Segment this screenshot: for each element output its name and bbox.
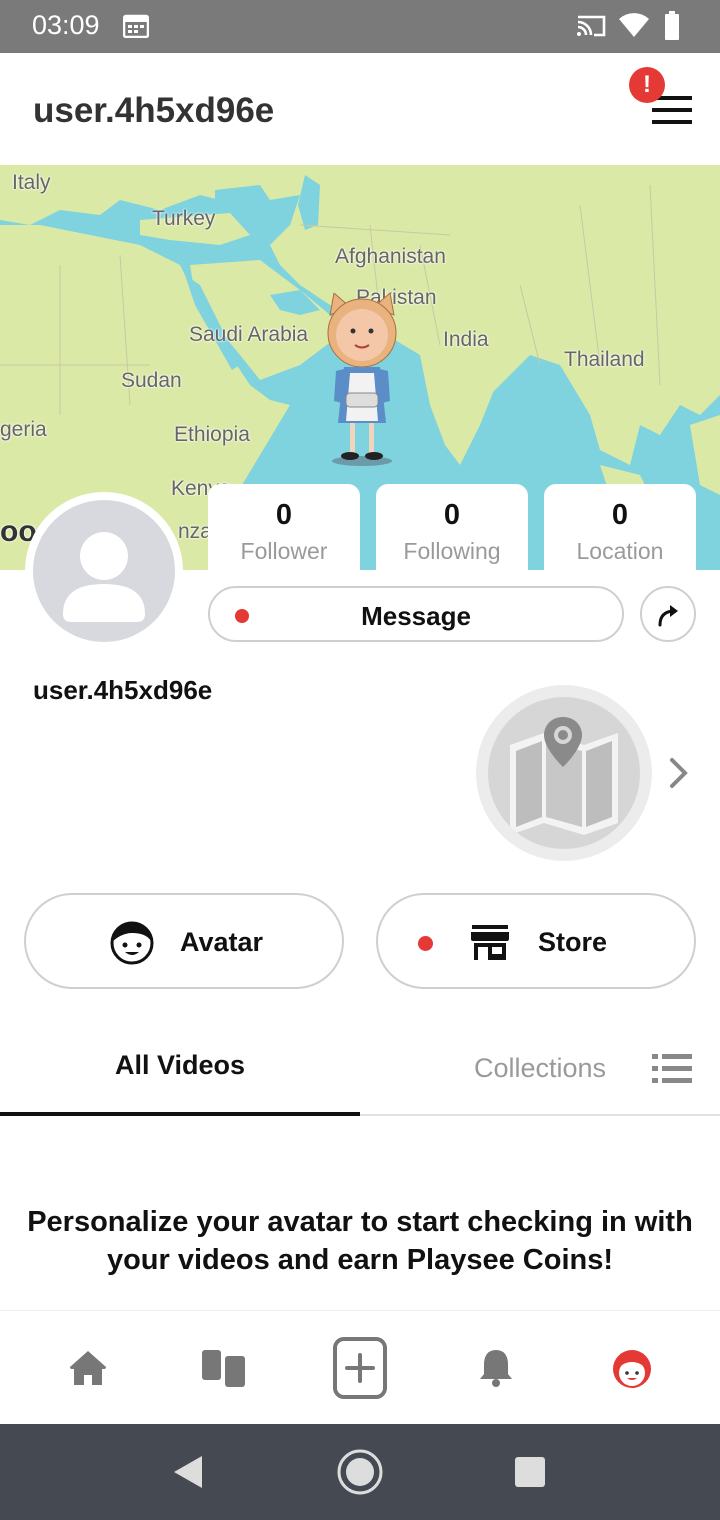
home-circle-icon[interactable] (336, 1448, 384, 1496)
map-label: Italy (12, 171, 51, 194)
avatar-button-label: Avatar (180, 927, 264, 957)
active-tab-indicator (0, 1112, 360, 1116)
tab-all-videos[interactable]: All Videos (0, 1050, 360, 1081)
calendar-icon (123, 14, 149, 38)
map-label: Ethiopia (174, 423, 250, 446)
profile-icon (613, 1350, 651, 1388)
share-button[interactable] (640, 586, 696, 642)
stat-followers[interactable]: 0 Follower (208, 484, 360, 570)
back-icon[interactable] (172, 1454, 204, 1490)
avatar-face-icon (110, 921, 154, 965)
nav-home[interactable] (16, 1311, 160, 1425)
message-label: Message (361, 601, 471, 631)
folded-map-icon (510, 717, 618, 835)
map-label: Sudan (121, 369, 182, 392)
map-label: geria (0, 418, 47, 441)
profile-display-name: user.4h5xd96e (33, 675, 213, 705)
map-label: Afghanistan (335, 245, 446, 268)
alert-badge: ! (629, 67, 665, 103)
profile-avatar[interactable] (25, 492, 183, 650)
feed-icon (202, 1350, 245, 1387)
stat-following[interactable]: 0 Following (376, 484, 528, 570)
system-navigation-bar (0, 1424, 720, 1520)
notifications-icon (480, 1350, 512, 1387)
cast-icon (577, 15, 606, 37)
battery-icon (665, 11, 679, 40)
stat-value: 0 (611, 499, 629, 531)
map-label: Thailand (564, 348, 645, 371)
map-label: Saudi Arabia (189, 323, 309, 346)
status-bar: 03:09 (0, 0, 720, 53)
avatar-button[interactable]: Avatar (24, 893, 344, 989)
promo-message: Personalize your avatar to start checkin… (27, 1206, 693, 1276)
store-button[interactable]: Store (376, 893, 696, 989)
store-icon (471, 925, 509, 960)
list-view-icon[interactable] (652, 1053, 692, 1085)
map-collection-thumbnail[interactable] (476, 685, 652, 861)
map-label: nza (178, 520, 212, 543)
stat-location[interactable]: 0 Location (544, 484, 696, 570)
stat-label: Location (576, 538, 664, 564)
create-icon (333, 1337, 387, 1399)
recents-icon[interactable] (514, 1456, 546, 1488)
stat-value: 0 (275, 499, 293, 531)
chevron-right-icon[interactable] (668, 756, 690, 790)
share-arrow-icon (658, 605, 678, 627)
default-user-icon (63, 532, 145, 622)
store-button-label: Store (538, 927, 608, 957)
nav-feed[interactable] (152, 1311, 296, 1425)
profile-header: user.4h5xd96e (0, 53, 720, 165)
message-button[interactable]: Message (208, 586, 624, 642)
nav-profile[interactable] (560, 1311, 704, 1425)
nav-create[interactable] (288, 1311, 432, 1425)
nav-notifications[interactable] (424, 1311, 568, 1425)
stat-label: Follower (240, 538, 328, 564)
hamburger-menu-icon[interactable] (652, 96, 692, 126)
bottom-navigation (0, 1310, 720, 1424)
map-label: Turkey (152, 207, 216, 230)
map-label: India (443, 328, 489, 351)
home-icon (70, 1351, 106, 1385)
map-avatar-character[interactable] (322, 293, 402, 468)
store-notification-dot (418, 936, 433, 951)
wifi-icon (619, 13, 649, 37)
header-username: user.4h5xd96e (33, 91, 275, 130)
stat-label: Following (403, 538, 501, 564)
status-time: 03:09 (32, 10, 100, 40)
tab-collections[interactable]: Collections (440, 1053, 640, 1084)
stat-value: 0 (443, 499, 461, 531)
